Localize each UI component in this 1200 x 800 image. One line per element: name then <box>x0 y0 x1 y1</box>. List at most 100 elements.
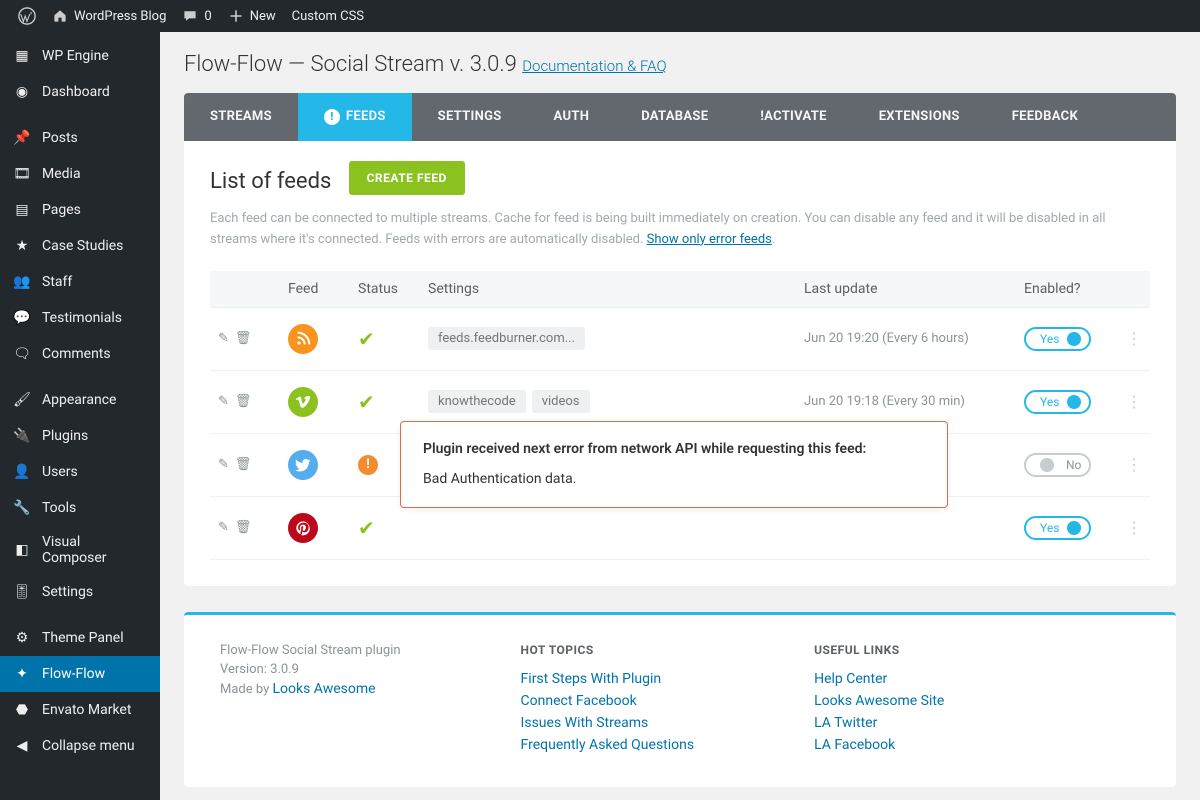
status-ok-icon: ✔ <box>358 516 375 540</box>
custom-css-link[interactable]: Custom CSS <box>284 0 372 32</box>
sidebar-item-appearance[interactable]: 🖌 Appearance <box>0 382 160 418</box>
sidebar-item-label: Collapse menu <box>42 738 135 754</box>
useful-link[interactable]: Help Center <box>814 671 944 687</box>
sidebar-item-label: Dashboard <box>42 84 110 100</box>
sidebar-item-tools[interactable]: 🔧Tools <box>0 490 160 526</box>
useful-link[interactable]: LA Facebook <box>814 737 944 753</box>
hot-topic-link[interactable]: Connect Facebook <box>521 693 695 709</box>
enabled-toggle[interactable]: Yes <box>1024 327 1091 351</box>
sidebar-item-comments[interactable]: 🗨 Comments <box>0 336 160 372</box>
sidebar-item-theme-panel[interactable]: ⚙Theme Panel <box>0 620 160 656</box>
made-by-link[interactable]: Looks Awesome <box>272 681 375 697</box>
row-menu-icon[interactable]: ⋮ <box>1114 392 1142 411</box>
sidebar-item-testimonials[interactable]: 💬Testimonials <box>0 300 160 336</box>
status-ok-icon: ✔ <box>358 390 375 414</box>
wp-logo-menu[interactable] <box>10 0 44 32</box>
row-menu-icon[interactable]: ⋮ <box>1114 329 1142 348</box>
tab-label: STREAMS <box>210 109 272 124</box>
col-menu <box>1106 271 1150 308</box>
feeds-panel: List of feeds CREATE FEED Each feed can … <box>184 141 1176 586</box>
tab-streams[interactable]: STREAMS <box>184 93 298 141</box>
sidebar-item-collapse-menu[interactable]: ◀Collapse menu <box>0 728 160 764</box>
trash-icon[interactable]: 🗑 <box>235 457 252 472</box>
sidebar-item-settings[interactable]: 🎚Settings <box>0 574 160 610</box>
sidebar-item-staff[interactable]: 👥Staff <box>0 264 160 300</box>
sidebar-item-label: Posts <box>42 130 78 146</box>
tab-feeds[interactable]: !FEEDS <box>298 93 412 141</box>
pin-icon: 📌 <box>12 128 32 148</box>
tab-database[interactable]: DATABASE <box>615 93 734 141</box>
hot-topic-link[interactable]: First Steps With Plugin <box>521 671 695 687</box>
trash-icon[interactable]: 🗑 <box>235 394 252 409</box>
tab-label: AUTH <box>554 109 590 124</box>
page-title: Flow-Flow — Social Stream v. 3.0.9 Docum… <box>184 52 1176 77</box>
tab-label: SETTINGS <box>438 109 502 124</box>
adminbar: WordPress Blog 0 New Custom CSS <box>0 0 1200 32</box>
tab-extensions[interactable]: EXTENSIONS <box>853 93 986 141</box>
row-menu-icon[interactable]: ⋮ <box>1114 455 1142 474</box>
enabled-toggle[interactable]: Yes <box>1024 516 1091 540</box>
error-heading: Plugin received next error from network … <box>423 438 925 460</box>
edit-icon[interactable]: ✎ <box>218 331 229 346</box>
edit-icon[interactable]: ✎ <box>218 520 229 535</box>
sidebar-item-wp-engine[interactable]: ▦WP Engine <box>0 38 160 74</box>
trash-icon[interactable]: 🗑 <box>235 331 252 346</box>
sidebar-item-users[interactable]: 👤Users <box>0 454 160 490</box>
hot-topic-link[interactable]: Issues With Streams <box>521 715 695 731</box>
sidebar-item-case-studies[interactable]: ★Case Studies <box>0 228 160 264</box>
show-error-feeds-link[interactable]: Show only error feeds <box>647 232 772 247</box>
documentation-link[interactable]: Documentation & FAQ <box>522 57 666 75</box>
toggle-label: No <box>1066 458 1081 472</box>
error-body: Bad Authentication data. <box>423 468 925 490</box>
custom-css-label: Custom CSS <box>292 9 364 24</box>
sliders-icon: 🎚 <box>12 582 32 602</box>
site-name-link[interactable]: WordPress Blog <box>44 0 174 32</box>
sidebar-item-flow-flow[interactable]: ✦Flow-Flow <box>0 656 160 692</box>
sidebar-item-label: Envato Market <box>42 702 131 718</box>
enabled-toggle[interactable]: Yes <box>1024 390 1091 414</box>
last-update: Jun 20 19:20 (Every 6 hours) <box>796 307 1016 370</box>
sidebar-item-label: Appearance <box>42 392 116 408</box>
tab-auth[interactable]: AUTH <box>528 93 616 141</box>
sidebar-item-visual-composer[interactable]: ◧Visual Composer <box>0 526 160 574</box>
rss-icon <box>288 324 318 354</box>
sidebar-item-plugins[interactable]: 🔌Plugins <box>0 418 160 454</box>
sidebar-item-media[interactable]: 🎞Media <box>0 156 160 192</box>
sidebar-item-pages[interactable]: ▤Pages <box>0 192 160 228</box>
col-lastupdate: Last update <box>796 271 1016 308</box>
sidebar-item-dashboard[interactable]: ◉ Dashboard <box>0 74 160 110</box>
settings-chip: knowthecode <box>428 390 526 413</box>
star-icon: ★ <box>12 236 32 256</box>
tab-settings[interactable]: SETTINGS <box>412 93 528 141</box>
useful-link[interactable]: LA Twitter <box>814 715 944 731</box>
tab-label: EXTENSIONS <box>879 109 960 124</box>
create-feed-button[interactable]: CREATE FEED <box>349 161 465 195</box>
tab-activate[interactable]: !ACTIVATE <box>734 93 852 141</box>
sidebar-item-label: Comments <box>42 346 111 362</box>
sidebar-item-envato-market[interactable]: ⬣Envato Market <box>0 692 160 728</box>
plugin-footer: Flow-Flow Social Stream plugin Version: … <box>184 612 1176 787</box>
admin-sidebar: ▦WP Engine◉Dashboard📌Posts🎞Media▤Pages★C… <box>0 32 160 800</box>
dashboard-icon: ◉ <box>12 82 32 102</box>
edit-icon[interactable]: ✎ <box>218 394 229 409</box>
brush-icon: 🖌 <box>12 390 32 410</box>
sidebar-item-posts[interactable]: 📌 Posts <box>0 120 160 156</box>
useful-link[interactable]: Looks Awesome Site <box>814 693 944 709</box>
twitter-icon <box>288 450 318 480</box>
trash-icon[interactable]: 🗑 <box>235 520 252 535</box>
tab-feedback[interactable]: FEEDBACK <box>986 93 1104 141</box>
comment-icon: 🗨 <box>12 344 32 364</box>
feeds-heading: List of feeds <box>210 169 331 194</box>
row-menu-icon[interactable]: ⋮ <box>1114 518 1142 537</box>
chat-icon: 💬 <box>12 308 32 328</box>
comments-link[interactable]: 0 <box>174 0 219 32</box>
edit-icon[interactable]: ✎ <box>218 457 229 472</box>
feed-error-popover: Plugin received next error from network … <box>400 421 948 508</box>
hot-topics-heading: HOT TOPICS <box>521 643 695 657</box>
hot-topic-link[interactable]: Frequently Asked Questions <box>521 737 695 753</box>
footer-hot-topics: HOT TOPICS First Steps With Plugin Connec… <box>521 643 695 759</box>
enabled-toggle[interactable]: No <box>1024 453 1091 477</box>
vimeo-icon <box>288 387 318 417</box>
toggle-label: Yes <box>1040 521 1059 535</box>
new-content-link[interactable]: New <box>220 0 284 32</box>
